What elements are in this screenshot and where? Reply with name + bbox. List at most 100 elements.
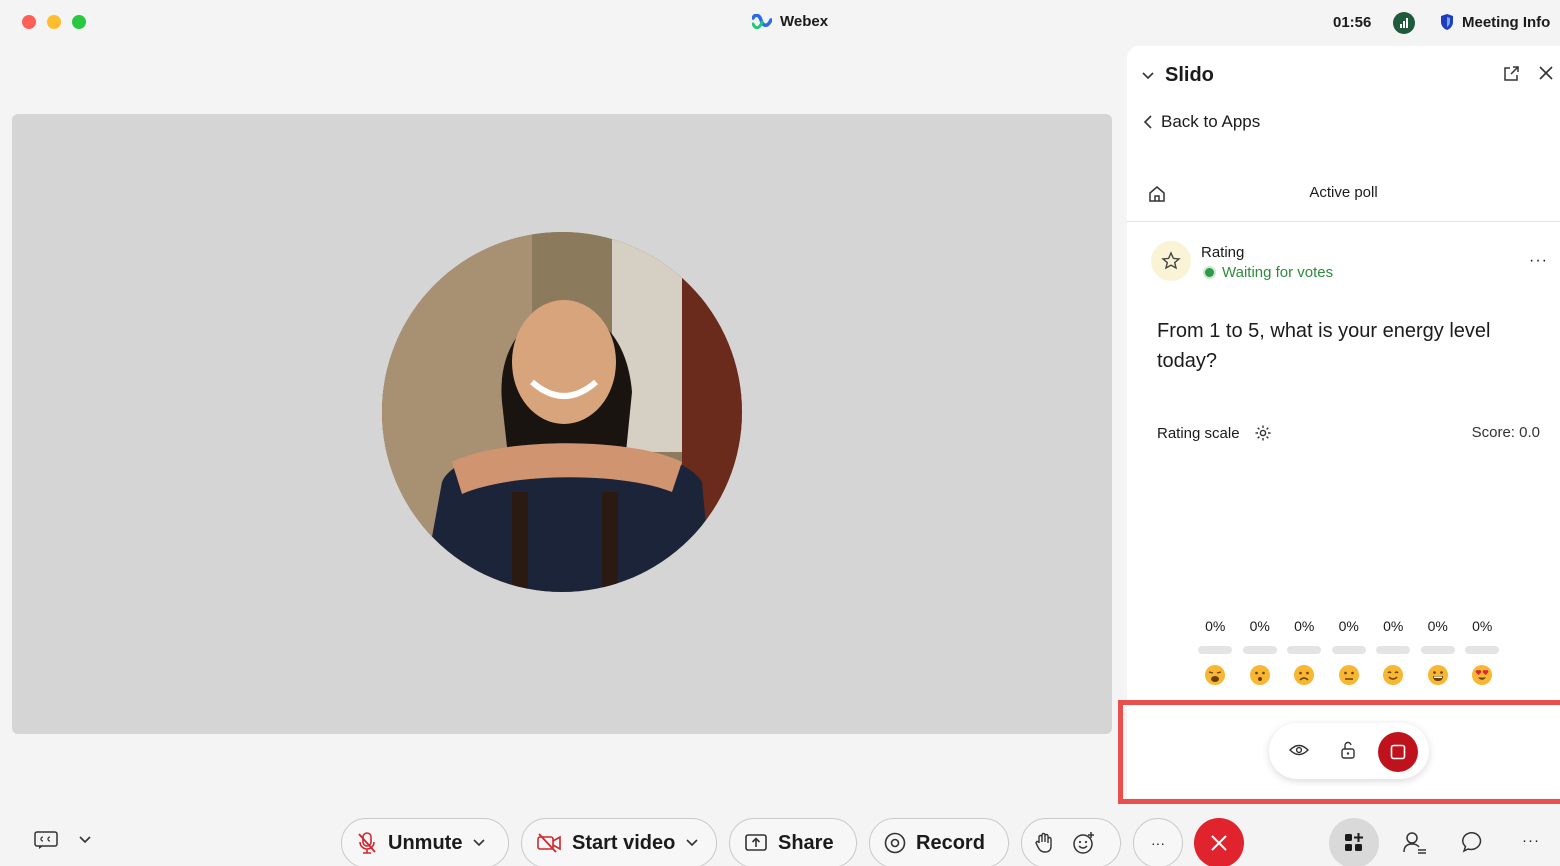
stop-square-icon xyxy=(1390,744,1406,760)
pop-out-icon[interactable] xyxy=(1502,65,1520,83)
active-poll-title: Active poll xyxy=(1309,184,1378,201)
rating-bar xyxy=(1287,646,1322,654)
rating-badge xyxy=(1151,241,1191,281)
poll-more-icon[interactable]: ··· xyxy=(1529,252,1548,270)
slido-header: Slido xyxy=(1141,64,1214,87)
unlock-icon[interactable] xyxy=(1339,740,1357,760)
heart-eyes-face-icon xyxy=(1472,665,1493,685)
rating-scale-label: Rating scale xyxy=(1157,424,1240,442)
leave-meeting-button[interactable] xyxy=(1194,818,1244,866)
shield-icon xyxy=(1441,14,1453,30)
star-icon xyxy=(1161,251,1181,270)
gear-icon[interactable] xyxy=(1254,424,1272,442)
unmute-label: Unmute xyxy=(388,831,463,854)
rating-percent: 0% xyxy=(1249,618,1270,634)
rating-option: 0% xyxy=(1198,618,1233,686)
chat-icon[interactable] xyxy=(1462,830,1486,854)
webex-logo-icon xyxy=(752,13,772,29)
stop-poll-button[interactable] xyxy=(1378,732,1418,772)
participants-icon[interactable] xyxy=(1402,830,1428,856)
apps-button[interactable] xyxy=(1329,818,1379,866)
close-icon xyxy=(1211,835,1227,851)
collapse-chevron-icon[interactable] xyxy=(1141,71,1155,81)
add-reaction-icon[interactable] xyxy=(1072,831,1096,855)
participant-photo xyxy=(382,232,742,592)
rating-bar xyxy=(1242,646,1277,654)
rating-option: 0% xyxy=(1376,618,1411,686)
rating-bar xyxy=(1198,646,1233,654)
rating-option: 0% xyxy=(1331,618,1367,686)
chevron-left-icon xyxy=(1143,115,1152,129)
close-icon[interactable] xyxy=(1538,65,1554,81)
slido-title: Slido xyxy=(1165,64,1214,86)
back-to-apps-label: Back to Apps xyxy=(1161,112,1261,131)
rating-percent: 0% xyxy=(1338,618,1359,634)
status-dot-icon xyxy=(1205,268,1214,277)
rating-bar xyxy=(1331,646,1366,654)
frowning-face-icon xyxy=(1294,665,1315,685)
eye-icon[interactable] xyxy=(1289,742,1309,758)
poll-question: From 1 to 5, what is your energy level t… xyxy=(1157,320,1491,372)
rating-option: 0% xyxy=(1465,618,1500,686)
more-options-button[interactable]: ··· xyxy=(1133,818,1183,866)
network-signal-icon[interactable] xyxy=(1393,12,1415,34)
back-to-apps-link[interactable]: Back to Apps xyxy=(1143,112,1260,132)
rating-results: 0% 0% 0% 0% 0% 0% 0% xyxy=(1198,618,1500,686)
rating-percent: 0% xyxy=(1294,618,1315,634)
poll-status: Waiting for votes xyxy=(1205,264,1333,281)
poll-controls-toolbar xyxy=(1269,723,1429,779)
title-bar: Webex 01:56 Meeting Info xyxy=(0,0,1560,46)
rating-option: 0% xyxy=(1287,618,1322,686)
video-off-icon xyxy=(537,833,561,853)
grinning-face-icon xyxy=(1427,665,1448,685)
record-icon xyxy=(884,832,906,854)
panel-actions xyxy=(1502,65,1554,83)
minimize-window-button[interactable] xyxy=(47,15,61,29)
meeting-info-button[interactable]: Meeting Info xyxy=(1440,13,1550,31)
smiling-face-icon xyxy=(1383,665,1404,685)
captions-control[interactable] xyxy=(34,830,92,850)
share-screen-icon xyxy=(745,834,767,851)
chevron-down-icon[interactable] xyxy=(472,838,486,848)
neutral-face-icon xyxy=(1338,665,1359,685)
rating-score: Score: 0.0 xyxy=(1471,424,1540,441)
chevron-down-icon[interactable] xyxy=(685,838,699,848)
rating-bar xyxy=(1376,646,1411,654)
participant-avatar xyxy=(382,232,742,592)
start-video-label: Start video xyxy=(572,831,676,854)
meeting-info-label: Meeting Info xyxy=(1462,13,1551,31)
close-window-button[interactable] xyxy=(22,15,36,29)
overflow-menu-icon[interactable]: ··· xyxy=(1522,832,1540,849)
meeting-clock: 01:56 xyxy=(1333,14,1372,31)
share-label: Share xyxy=(778,831,834,854)
record-label: Record xyxy=(916,831,985,854)
apps-grid-icon xyxy=(1345,833,1363,851)
rating-bar xyxy=(1465,646,1500,654)
app-title-text: Webex xyxy=(780,13,829,30)
poll-type: Rating xyxy=(1201,244,1245,261)
rating-scale: Rating scale xyxy=(1157,424,1272,442)
rating-percent: 0% xyxy=(1472,618,1493,634)
chevron-down-icon xyxy=(79,836,91,844)
rating-percent: 0% xyxy=(1205,618,1226,634)
zoom-window-button[interactable] xyxy=(72,15,86,29)
poll-status-label: Waiting for votes xyxy=(1222,264,1334,281)
rating-percent: 0% xyxy=(1427,618,1448,634)
weary-face-icon xyxy=(1205,665,1226,685)
rating-percent: 0% xyxy=(1383,618,1404,634)
raise-hand-icon[interactable] xyxy=(1034,832,1054,854)
reactions-group xyxy=(1021,818,1121,866)
record-button[interactable]: Record xyxy=(869,818,1009,866)
video-stage xyxy=(12,114,1112,734)
share-button[interactable]: Share xyxy=(729,818,857,866)
unmute-button[interactable]: Unmute xyxy=(341,818,509,866)
rating-bar xyxy=(1420,646,1455,654)
slido-panel: Slido Back to Apps Active poll Rating Wa… xyxy=(1127,46,1560,798)
start-video-button[interactable]: Start video xyxy=(521,818,717,866)
app-title: Webex xyxy=(752,13,828,30)
closed-captions-icon xyxy=(34,831,58,849)
rating-option: 0% xyxy=(1420,618,1456,686)
hushed-face-icon xyxy=(1249,665,1270,685)
rating-option: 0% xyxy=(1242,618,1278,686)
microphone-muted-icon xyxy=(358,832,376,854)
